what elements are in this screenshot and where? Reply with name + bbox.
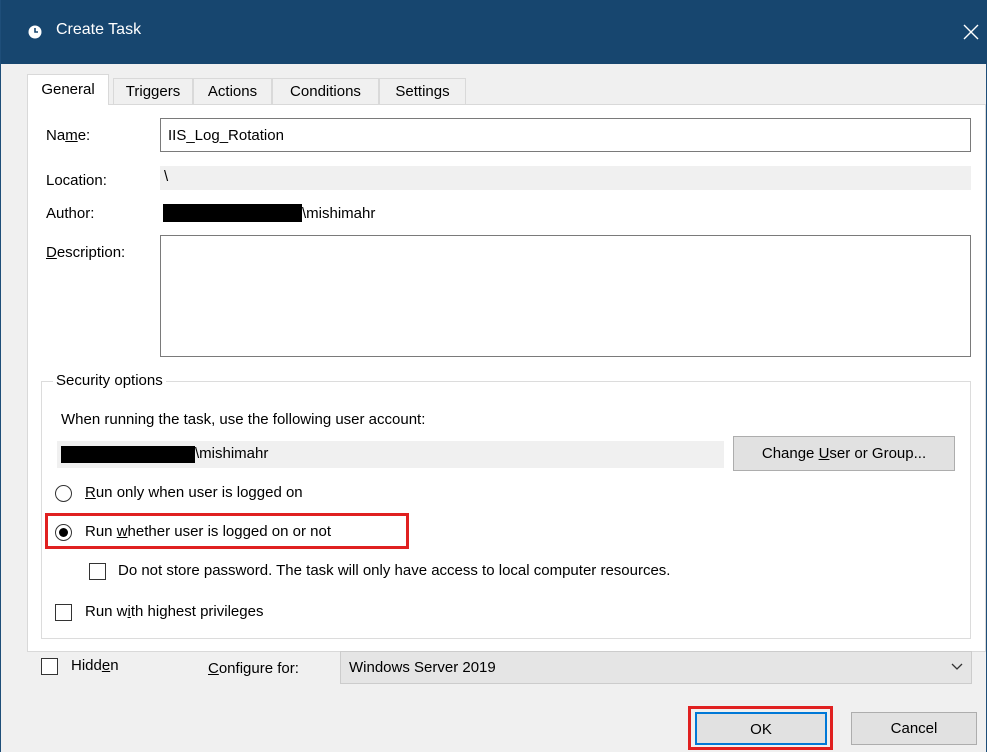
cancel-button[interactable]: Cancel (851, 712, 977, 745)
clock-icon (28, 25, 42, 39)
configure-for-select[interactable]: Windows Server 2019 (340, 651, 972, 684)
account-prompt: When running the task, use the following… (61, 411, 426, 428)
configure-for-label: Configure for: (208, 660, 299, 677)
no-store-password-label[interactable]: Do not store password. The task will onl… (118, 562, 670, 579)
tab-general[interactable]: General (27, 74, 109, 105)
author-value: \mishimahr (302, 205, 376, 222)
account-redaction (61, 446, 195, 463)
hidden-checkbox[interactable] (41, 658, 58, 675)
create-task-dialog: Create Task General Triggers Actions Con… (0, 0, 987, 752)
radio-selected-dot (59, 528, 68, 537)
user-account-value: \mishimahr (195, 445, 269, 462)
run-logged-on-label[interactable]: Run only when user is logged on (85, 484, 303, 501)
run-whether-radio[interactable] (55, 524, 72, 541)
location-label: Location: (46, 172, 107, 189)
title-bar: Create Task (1, 0, 987, 64)
description-label: Description: (46, 244, 126, 261)
run-logged-on-radio[interactable] (55, 485, 72, 502)
chevron-down-icon (951, 663, 963, 670)
highest-privileges-checkbox[interactable] (55, 604, 72, 621)
change-user-button[interactable]: Change User or Group... (733, 436, 955, 471)
name-input[interactable] (160, 118, 971, 152)
tab-settings[interactable]: Settings (379, 78, 466, 104)
author-label: Author: (46, 205, 95, 222)
tab-actions[interactable]: Actions (193, 78, 272, 104)
tab-triggers[interactable]: Triggers (113, 78, 193, 104)
author-redaction (163, 204, 302, 222)
window-title: Create Task (56, 21, 142, 38)
run-whether-label[interactable]: Run whether user is logged on or not (85, 523, 331, 540)
security-options-title: Security options (53, 372, 166, 389)
description-textarea[interactable] (160, 235, 971, 357)
hidden-label[interactable]: Hidden (71, 657, 119, 674)
ok-button[interactable]: OK (695, 712, 827, 745)
close-icon (963, 24, 978, 40)
location-value: \ (164, 168, 169, 185)
location-field (160, 166, 971, 190)
configure-for-value: Windows Server 2019 (349, 659, 496, 676)
name-label: Name: (46, 127, 91, 144)
highest-privileges-label[interactable]: Run with highest privileges (85, 603, 263, 620)
no-store-password-checkbox[interactable] (89, 563, 106, 580)
close-button[interactable] (953, 12, 987, 52)
tab-conditions[interactable]: Conditions (272, 78, 379, 104)
